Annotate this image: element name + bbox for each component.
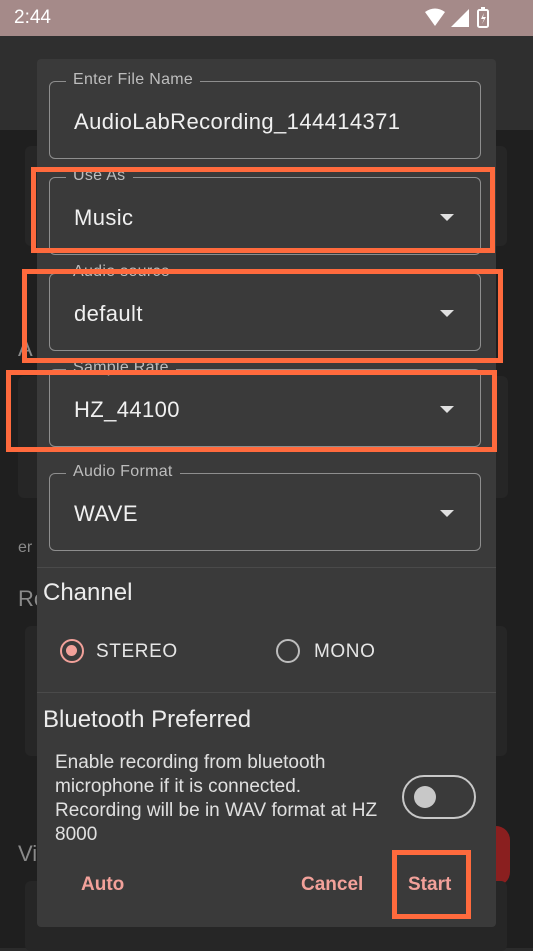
- bluetooth-title: Bluetooth Preferred: [43, 706, 252, 733]
- stereo-label[interactable]: STEREO: [96, 641, 178, 663]
- cancel-button[interactable]: Cancel: [301, 874, 363, 896]
- bluetooth-toggle[interactable]: [402, 775, 476, 819]
- stereo-radio[interactable]: [60, 639, 84, 663]
- audio-format-dropdown[interactable]: Audio Format WAVE: [49, 463, 481, 551]
- status-icons: [425, 7, 489, 28]
- toggle-knob: [414, 786, 436, 808]
- divider: [37, 567, 496, 568]
- file-name-input[interactable]: AudioLabRecording_144414371: [74, 109, 400, 135]
- auto-button[interactable]: Auto: [81, 874, 124, 896]
- status-time: 2:44: [14, 7, 51, 28]
- file-name-field[interactable]: Enter File Name AudioLabRecording_144414…: [49, 71, 481, 159]
- wifi-icon: [425, 8, 445, 26]
- highlight-box: [22, 269, 503, 363]
- mono-label[interactable]: MONO: [314, 641, 376, 663]
- background-text: er: [18, 539, 33, 556]
- audio-format-label: Audio Format: [66, 463, 180, 481]
- highlight-box: [31, 167, 495, 253]
- chevron-down-icon: [440, 510, 454, 517]
- channel-title: Channel: [43, 579, 133, 606]
- highlight-box: [6, 370, 497, 452]
- bluetooth-description: Enable recording from bluetooth micropho…: [55, 752, 378, 841]
- mono-radio[interactable]: [276, 639, 300, 663]
- audio-format-value: WAVE: [74, 501, 138, 526]
- status-bar: 2:44: [0, 0, 533, 36]
- file-name-label: Enter File Name: [66, 71, 201, 89]
- divider: [37, 692, 496, 693]
- highlight-box: [392, 850, 471, 919]
- background-text: Vi: [18, 841, 38, 866]
- signal-icon: [451, 9, 469, 27]
